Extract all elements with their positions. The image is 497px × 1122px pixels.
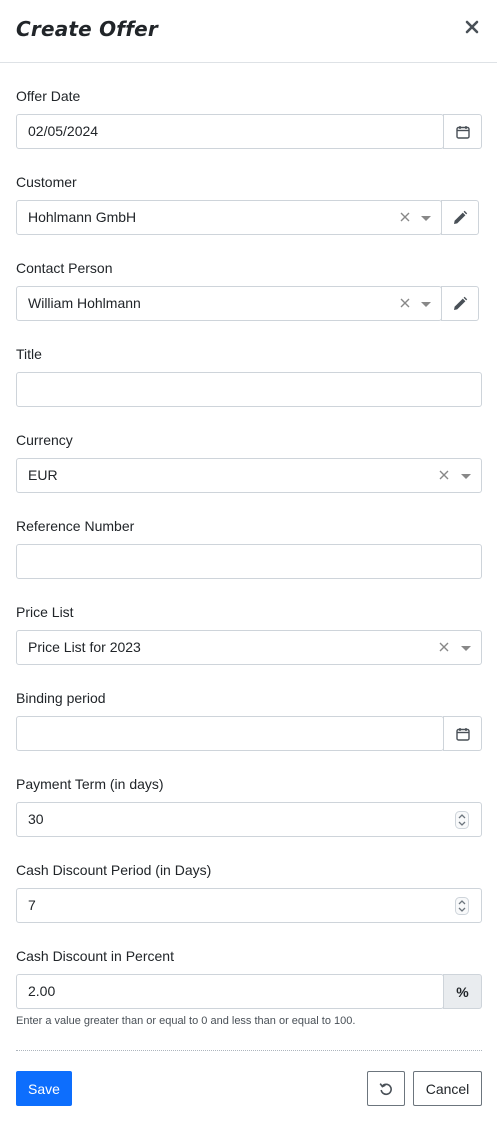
binding-period-label: Binding period: [16, 690, 106, 706]
offer-date-label: Offer Date: [16, 88, 81, 104]
percent-addon: %: [443, 974, 482, 1009]
clear-icon[interactable]: [400, 298, 410, 308]
pencil-icon: [454, 296, 468, 310]
spinner-arrows-icon[interactable]: [455, 811, 469, 829]
cash-discount-help-text: Enter a value greater than or equal to 0…: [16, 1015, 356, 1027]
price-list-label: Price List: [16, 604, 74, 620]
binding-period-calendar-button[interactable]: [443, 716, 482, 751]
clear-icon[interactable]: [439, 470, 449, 480]
cash-discount-period-input[interactable]: 7: [16, 888, 482, 923]
contact-person-select[interactable]: William Hohlmann: [16, 286, 442, 321]
dialog-header: Create Offer: [0, 0, 497, 63]
payment-term-label: Payment Term (in days): [16, 776, 164, 792]
percent-symbol: %: [456, 983, 469, 1000]
customer-value: Hohlmann GmbH: [28, 209, 137, 225]
offer-date-value: 02/05/2024: [28, 123, 99, 139]
payment-term-value: 30: [28, 811, 44, 827]
cash-discount-percent-value: 2.00: [28, 983, 56, 999]
contact-person-value: William Hohlmann: [28, 295, 141, 311]
chevron-down-icon[interactable]: [461, 474, 471, 479]
calendar-icon: [455, 125, 470, 139]
footer-divider: [16, 1050, 482, 1051]
calendar-icon: [455, 727, 470, 741]
title-label: Title: [16, 346, 42, 362]
clear-icon[interactable]: [439, 642, 449, 652]
pencil-icon: [454, 210, 468, 224]
cash-discount-percent-label: Cash Discount in Percent: [16, 948, 174, 964]
chevron-down-icon[interactable]: [461, 646, 471, 651]
dialog-title: Create Offer: [16, 17, 158, 41]
chevron-down-icon[interactable]: [421, 302, 431, 307]
spinner-arrows-icon[interactable]: [455, 897, 469, 915]
close-icon[interactable]: [463, 18, 481, 36]
reference-number-label: Reference Number: [16, 518, 135, 534]
contact-person-edit-button[interactable]: [441, 286, 479, 321]
reset-icon: [379, 1082, 392, 1095]
price-list-value: Price List for 2023: [28, 639, 141, 655]
cash-discount-period-value: 7: [28, 897, 36, 913]
customer-edit-button[interactable]: [441, 200, 479, 235]
cancel-button[interactable]: Cancel: [413, 1071, 482, 1106]
currency-label: Currency: [16, 432, 73, 448]
offer-date-calendar-button[interactable]: [443, 114, 482, 149]
cash-discount-period-label: Cash Discount Period (in Days): [16, 862, 212, 878]
reference-number-input[interactable]: [16, 544, 482, 579]
chevron-down-icon[interactable]: [421, 216, 431, 221]
clear-icon[interactable]: [400, 212, 410, 222]
binding-period-input[interactable]: [16, 716, 444, 751]
cash-discount-percent-input[interactable]: 2.00: [16, 974, 444, 1009]
payment-term-input[interactable]: 30: [16, 802, 482, 837]
reset-button[interactable]: [367, 1071, 405, 1106]
save-button[interactable]: Save: [16, 1071, 72, 1106]
currency-value: EUR: [28, 467, 58, 483]
price-list-select[interactable]: Price List for 2023: [16, 630, 482, 665]
offer-date-input[interactable]: 02/05/2024: [16, 114, 444, 149]
customer-select[interactable]: Hohlmann GmbH: [16, 200, 442, 235]
title-input[interactable]: [16, 372, 482, 407]
contact-person-label: Contact Person: [16, 260, 113, 276]
customer-label: Customer: [16, 174, 77, 190]
currency-select[interactable]: EUR: [16, 458, 482, 493]
